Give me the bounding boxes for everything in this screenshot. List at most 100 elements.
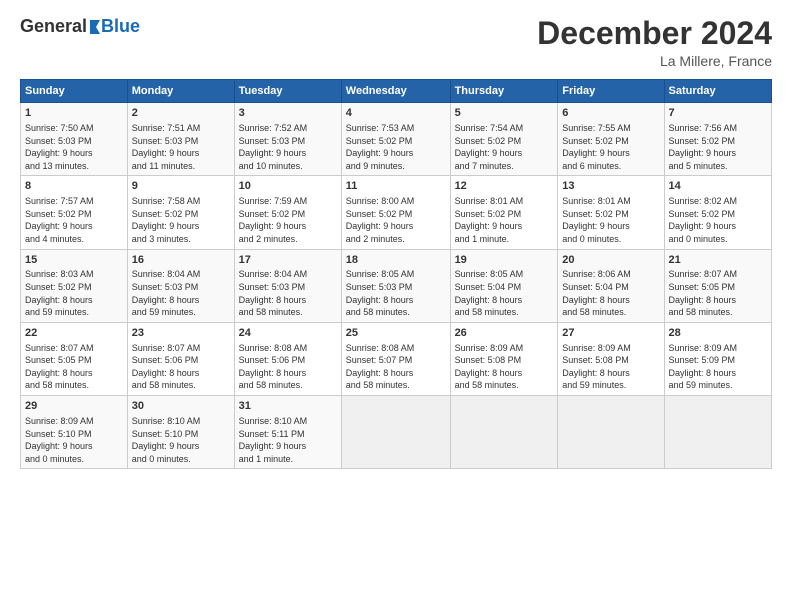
day-info: Sunrise: 7:55 AM Sunset: 5:02 PM Dayligh… xyxy=(562,122,659,172)
day-info: Sunrise: 8:01 AM Sunset: 5:02 PM Dayligh… xyxy=(562,195,659,245)
calendar-day-cell: 3Sunrise: 7:52 AM Sunset: 5:03 PM Daylig… xyxy=(234,103,341,176)
calendar-day-cell: 25Sunrise: 8:08 AM Sunset: 5:07 PM Dayli… xyxy=(341,322,450,395)
day-info: Sunrise: 8:04 AM Sunset: 5:03 PM Dayligh… xyxy=(132,268,230,318)
calendar-day-cell: 6Sunrise: 7:55 AM Sunset: 5:02 PM Daylig… xyxy=(558,103,664,176)
day-info: Sunrise: 8:09 AM Sunset: 5:09 PM Dayligh… xyxy=(669,342,767,392)
calendar-day-cell: 18Sunrise: 8:05 AM Sunset: 5:03 PM Dayli… xyxy=(341,249,450,322)
calendar-day-cell: 23Sunrise: 8:07 AM Sunset: 5:06 PM Dayli… xyxy=(127,322,234,395)
calendar-page: General Blue December 2024 La Millere, F… xyxy=(0,0,792,612)
day-number: 24 xyxy=(239,326,337,341)
calendar-day-cell: 15Sunrise: 8:03 AM Sunset: 5:02 PM Dayli… xyxy=(21,249,128,322)
day-info: Sunrise: 7:53 AM Sunset: 5:02 PM Dayligh… xyxy=(346,122,446,172)
day-number: 23 xyxy=(132,326,230,341)
day-info: Sunrise: 8:02 AM Sunset: 5:02 PM Dayligh… xyxy=(669,195,767,245)
calendar-day-cell: 7Sunrise: 7:56 AM Sunset: 5:02 PM Daylig… xyxy=(664,103,771,176)
day-number: 27 xyxy=(562,326,659,341)
calendar-day-cell: 1Sunrise: 7:50 AM Sunset: 5:03 PM Daylig… xyxy=(21,103,128,176)
day-number: 17 xyxy=(239,253,337,268)
day-number: 4 xyxy=(346,106,446,121)
calendar-day-cell: 16Sunrise: 8:04 AM Sunset: 5:03 PM Dayli… xyxy=(127,249,234,322)
day-number: 21 xyxy=(669,253,767,268)
day-info: Sunrise: 8:07 AM Sunset: 5:06 PM Dayligh… xyxy=(132,342,230,392)
calendar-day-cell: 27Sunrise: 8:09 AM Sunset: 5:08 PM Dayli… xyxy=(558,322,664,395)
day-number: 7 xyxy=(669,106,767,121)
day-info: Sunrise: 7:58 AM Sunset: 5:02 PM Dayligh… xyxy=(132,195,230,245)
day-number: 28 xyxy=(669,326,767,341)
day-number: 29 xyxy=(25,399,123,414)
calendar-table: Sunday Monday Tuesday Wednesday Thursday… xyxy=(20,79,772,469)
calendar-day-cell: 11Sunrise: 8:00 AM Sunset: 5:02 PM Dayli… xyxy=(341,176,450,249)
day-number: 20 xyxy=(562,253,659,268)
calendar-day-cell: 10Sunrise: 7:59 AM Sunset: 5:02 PM Dayli… xyxy=(234,176,341,249)
calendar-day-cell: 2Sunrise: 7:51 AM Sunset: 5:03 PM Daylig… xyxy=(127,103,234,176)
calendar-day-cell: 4Sunrise: 7:53 AM Sunset: 5:02 PM Daylig… xyxy=(341,103,450,176)
day-info: Sunrise: 8:00 AM Sunset: 5:02 PM Dayligh… xyxy=(346,195,446,245)
calendar-day-cell: 8Sunrise: 7:57 AM Sunset: 5:02 PM Daylig… xyxy=(21,176,128,249)
calendar-day-cell: 9Sunrise: 7:58 AM Sunset: 5:02 PM Daylig… xyxy=(127,176,234,249)
calendar-day-cell: 12Sunrise: 8:01 AM Sunset: 5:02 PM Dayli… xyxy=(450,176,558,249)
header-friday: Friday xyxy=(558,80,664,103)
calendar-day-cell: 22Sunrise: 8:07 AM Sunset: 5:05 PM Dayli… xyxy=(21,322,128,395)
day-number: 10 xyxy=(239,179,337,194)
day-number: 1 xyxy=(25,106,123,121)
day-info: Sunrise: 8:09 AM Sunset: 5:10 PM Dayligh… xyxy=(25,415,123,465)
day-info: Sunrise: 8:10 AM Sunset: 5:11 PM Dayligh… xyxy=(239,415,337,465)
day-number: 19 xyxy=(455,253,554,268)
day-info: Sunrise: 8:09 AM Sunset: 5:08 PM Dayligh… xyxy=(455,342,554,392)
day-info: Sunrise: 7:51 AM Sunset: 5:03 PM Dayligh… xyxy=(132,122,230,172)
calendar-day-cell: 14Sunrise: 8:02 AM Sunset: 5:02 PM Dayli… xyxy=(664,176,771,249)
day-number: 14 xyxy=(669,179,767,194)
calendar-week-row: 1Sunrise: 7:50 AM Sunset: 5:03 PM Daylig… xyxy=(21,103,772,176)
calendar-day-cell: 24Sunrise: 8:08 AM Sunset: 5:06 PM Dayli… xyxy=(234,322,341,395)
calendar-day-cell: 20Sunrise: 8:06 AM Sunset: 5:04 PM Dayli… xyxy=(558,249,664,322)
day-info: Sunrise: 8:05 AM Sunset: 5:04 PM Dayligh… xyxy=(455,268,554,318)
day-info: Sunrise: 7:54 AM Sunset: 5:02 PM Dayligh… xyxy=(455,122,554,172)
day-info: Sunrise: 8:09 AM Sunset: 5:08 PM Dayligh… xyxy=(562,342,659,392)
logo: General Blue xyxy=(20,16,140,37)
calendar-day-cell: 13Sunrise: 8:01 AM Sunset: 5:02 PM Dayli… xyxy=(558,176,664,249)
calendar-week-row: 29Sunrise: 8:09 AM Sunset: 5:10 PM Dayli… xyxy=(21,396,772,469)
day-number: 18 xyxy=(346,253,446,268)
day-number: 8 xyxy=(25,179,123,194)
day-number: 22 xyxy=(25,326,123,341)
day-number: 9 xyxy=(132,179,230,194)
day-number: 12 xyxy=(455,179,554,194)
day-number: 2 xyxy=(132,106,230,121)
title-block: December 2024 La Millere, France xyxy=(537,16,772,69)
calendar-day-cell: 31Sunrise: 8:10 AM Sunset: 5:11 PM Dayli… xyxy=(234,396,341,469)
calendar-day-cell: 26Sunrise: 8:09 AM Sunset: 5:08 PM Dayli… xyxy=(450,322,558,395)
month-title: December 2024 xyxy=(537,16,772,51)
header-thursday: Thursday xyxy=(450,80,558,103)
header-monday: Monday xyxy=(127,80,234,103)
calendar-day-cell: 21Sunrise: 8:07 AM Sunset: 5:05 PM Dayli… xyxy=(664,249,771,322)
day-number: 3 xyxy=(239,106,337,121)
day-info: Sunrise: 8:01 AM Sunset: 5:02 PM Dayligh… xyxy=(455,195,554,245)
calendar-day-cell: 17Sunrise: 8:04 AM Sunset: 5:03 PM Dayli… xyxy=(234,249,341,322)
day-info: Sunrise: 8:03 AM Sunset: 5:02 PM Dayligh… xyxy=(25,268,123,318)
calendar-week-row: 8Sunrise: 7:57 AM Sunset: 5:02 PM Daylig… xyxy=(21,176,772,249)
header-saturday: Saturday xyxy=(664,80,771,103)
day-info: Sunrise: 8:04 AM Sunset: 5:03 PM Dayligh… xyxy=(239,268,337,318)
calendar-header-row: Sunday Monday Tuesday Wednesday Thursday… xyxy=(21,80,772,103)
day-info: Sunrise: 8:05 AM Sunset: 5:03 PM Dayligh… xyxy=(346,268,446,318)
day-number: 5 xyxy=(455,106,554,121)
calendar-day-cell: 29Sunrise: 8:09 AM Sunset: 5:10 PM Dayli… xyxy=(21,396,128,469)
calendar-day-cell: 28Sunrise: 8:09 AM Sunset: 5:09 PM Dayli… xyxy=(664,322,771,395)
day-info: Sunrise: 8:08 AM Sunset: 5:07 PM Dayligh… xyxy=(346,342,446,392)
calendar-day-cell: 30Sunrise: 8:10 AM Sunset: 5:10 PM Dayli… xyxy=(127,396,234,469)
day-info: Sunrise: 7:59 AM Sunset: 5:02 PM Dayligh… xyxy=(239,195,337,245)
day-info: Sunrise: 7:56 AM Sunset: 5:02 PM Dayligh… xyxy=(669,122,767,172)
header-wednesday: Wednesday xyxy=(341,80,450,103)
day-info: Sunrise: 8:07 AM Sunset: 5:05 PM Dayligh… xyxy=(669,268,767,318)
day-info: Sunrise: 7:50 AM Sunset: 5:03 PM Dayligh… xyxy=(25,122,123,172)
logo-general-text: General xyxy=(20,16,87,37)
day-number: 31 xyxy=(239,399,337,414)
day-number: 26 xyxy=(455,326,554,341)
day-number: 16 xyxy=(132,253,230,268)
day-number: 25 xyxy=(346,326,446,341)
day-number: 15 xyxy=(25,253,123,268)
day-info: Sunrise: 8:07 AM Sunset: 5:05 PM Dayligh… xyxy=(25,342,123,392)
day-info: Sunrise: 8:10 AM Sunset: 5:10 PM Dayligh… xyxy=(132,415,230,465)
calendar-day-cell xyxy=(558,396,664,469)
day-number: 6 xyxy=(562,106,659,121)
